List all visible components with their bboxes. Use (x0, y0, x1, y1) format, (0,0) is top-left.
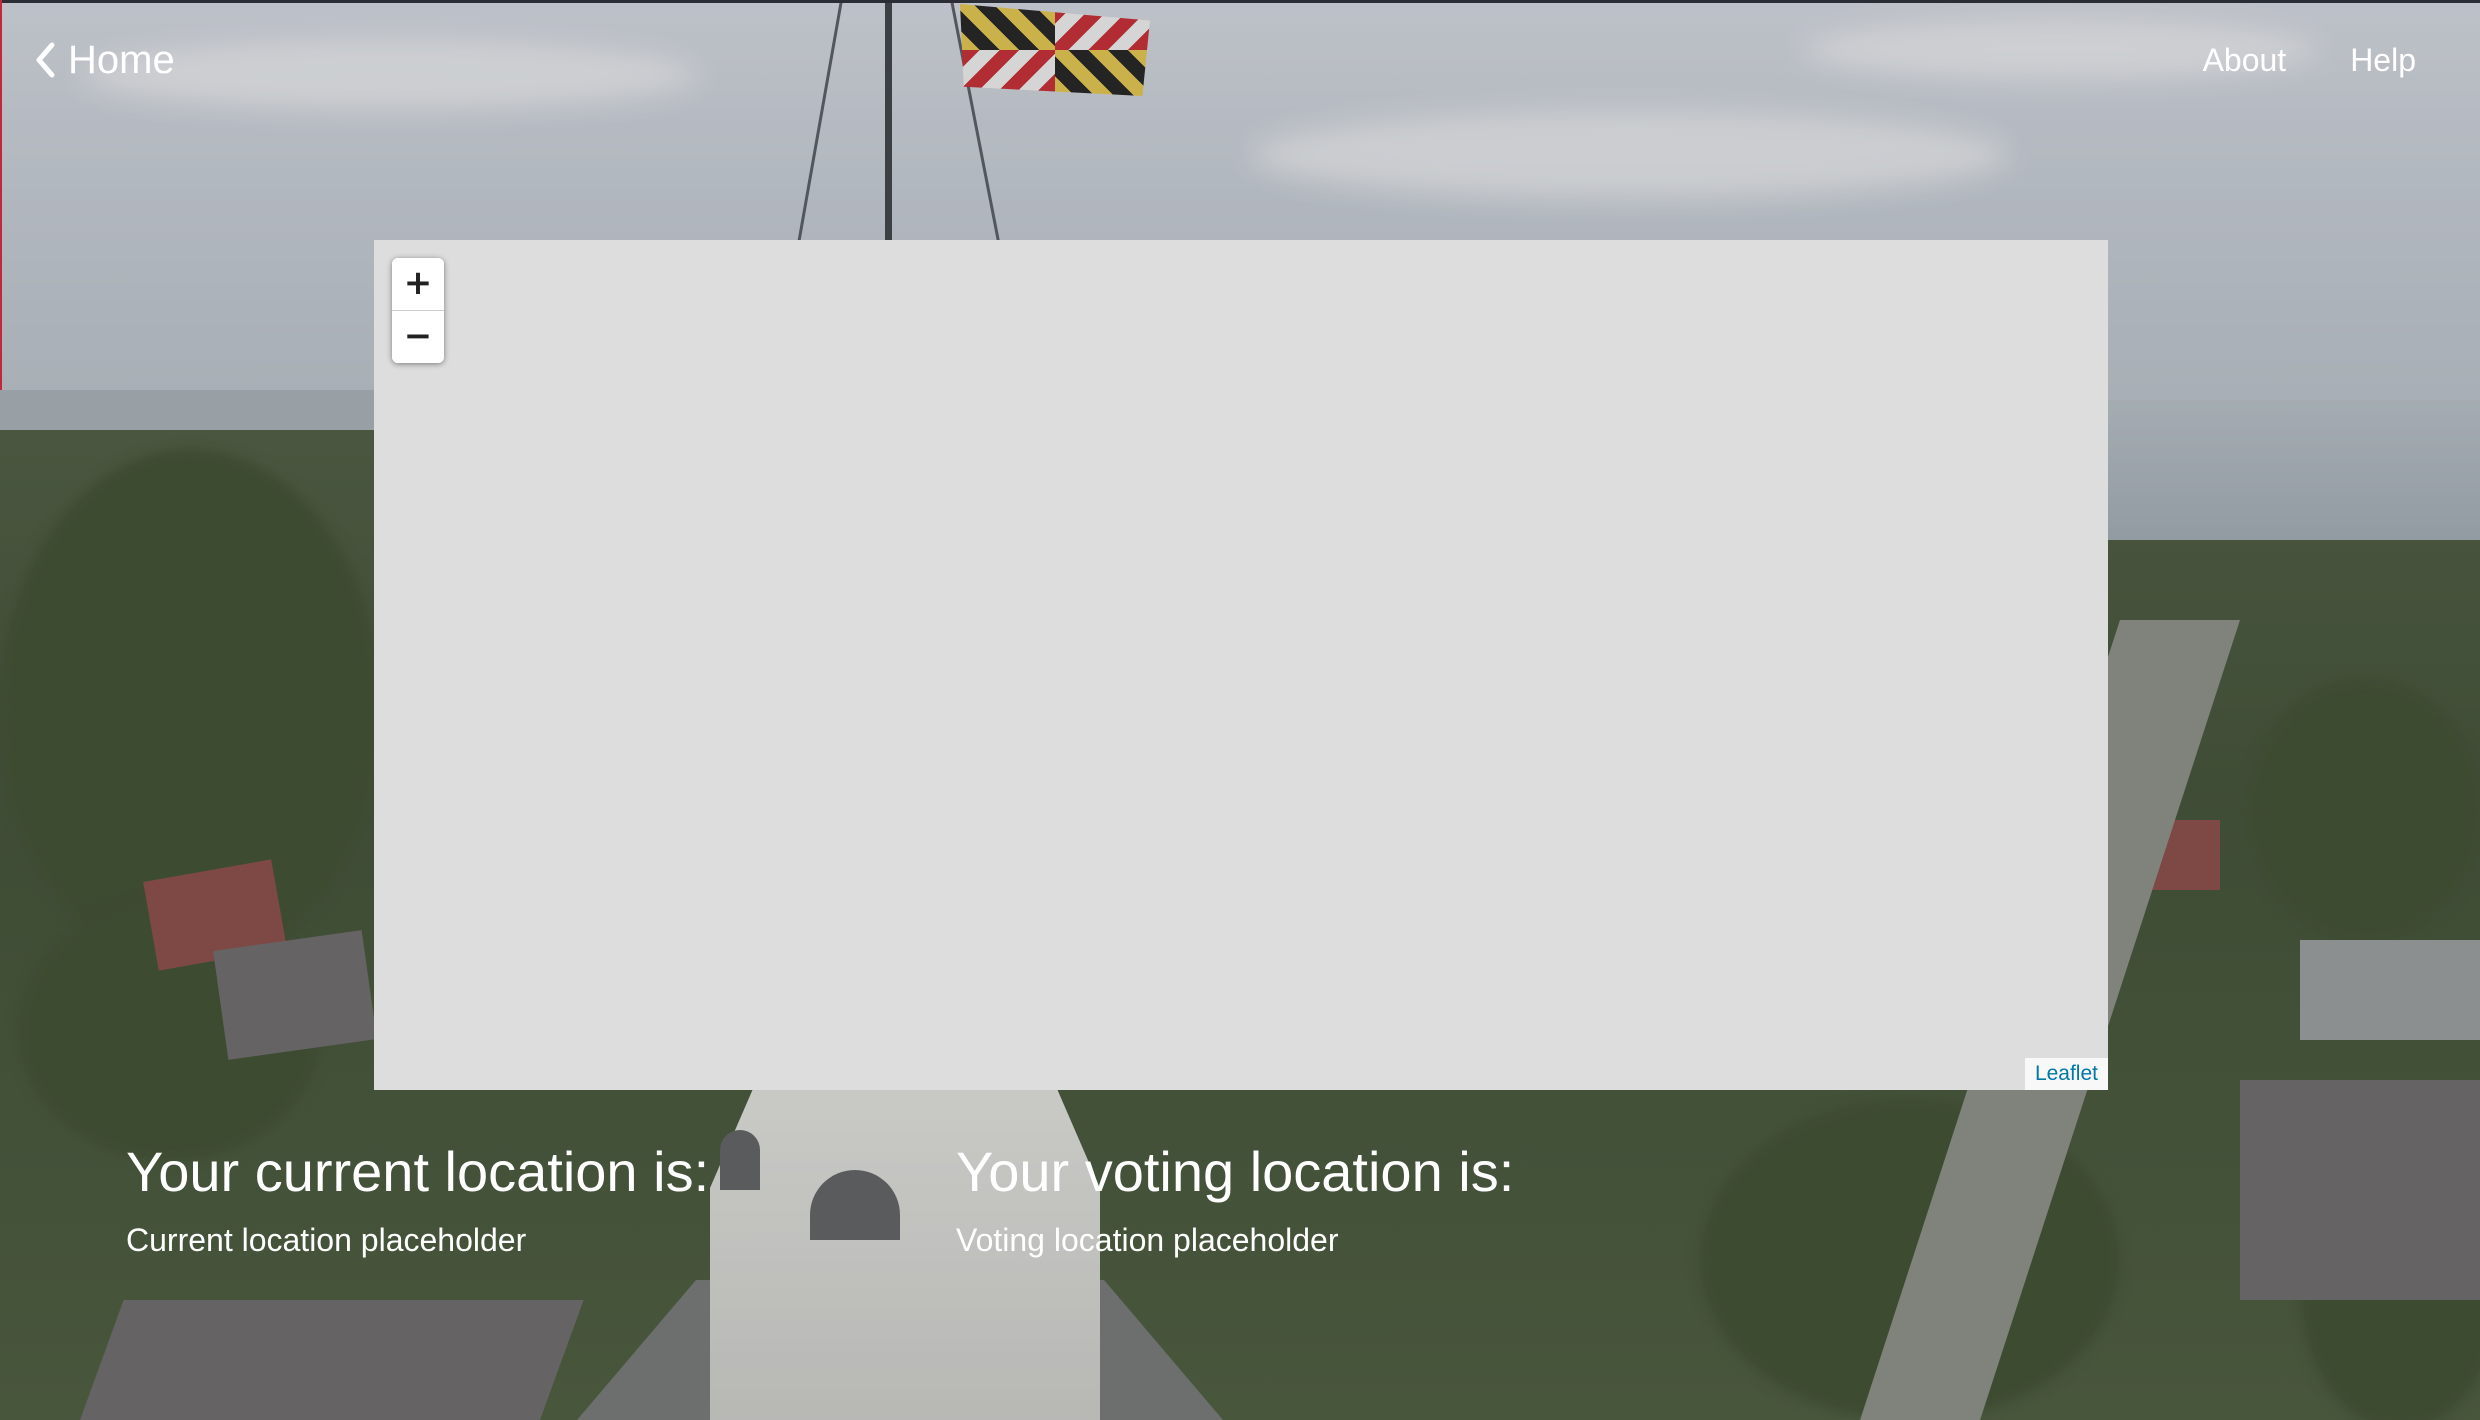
map-container[interactable]: + − Leaflet (374, 240, 2108, 1090)
top-nav: About Help (2203, 38, 2416, 82)
voting-location-heading: Your voting location is: (956, 1140, 1515, 1203)
help-link[interactable]: Help (2350, 38, 2416, 82)
zoom-control: + − (392, 258, 444, 363)
voting-location-value: Voting location placeholder (956, 1222, 1339, 1258)
zoom-out-button[interactable]: − (392, 311, 444, 363)
leaflet-attribution-link[interactable]: Leaflet (2024, 1058, 2108, 1090)
home-link[interactable]: Home (34, 34, 175, 86)
zoom-in-button[interactable]: + (392, 258, 444, 311)
voting-location-panel: Your voting location is: Voting location… (956, 1138, 1514, 1260)
voting-locator-page: Home About Help + − Leaflet Your current… (0, 0, 2480, 1420)
current-location-heading: Your current location is: (126, 1140, 710, 1203)
left-accent-edge (0, 0, 2, 390)
current-location-value: Current location placeholder (126, 1222, 527, 1258)
top-border (0, 0, 2480, 3)
home-link-label: Home (68, 38, 175, 82)
about-link[interactable]: About (2203, 38, 2287, 82)
chevron-left-icon (34, 42, 56, 78)
current-location-panel: Your current location is: Current locati… (126, 1138, 709, 1260)
